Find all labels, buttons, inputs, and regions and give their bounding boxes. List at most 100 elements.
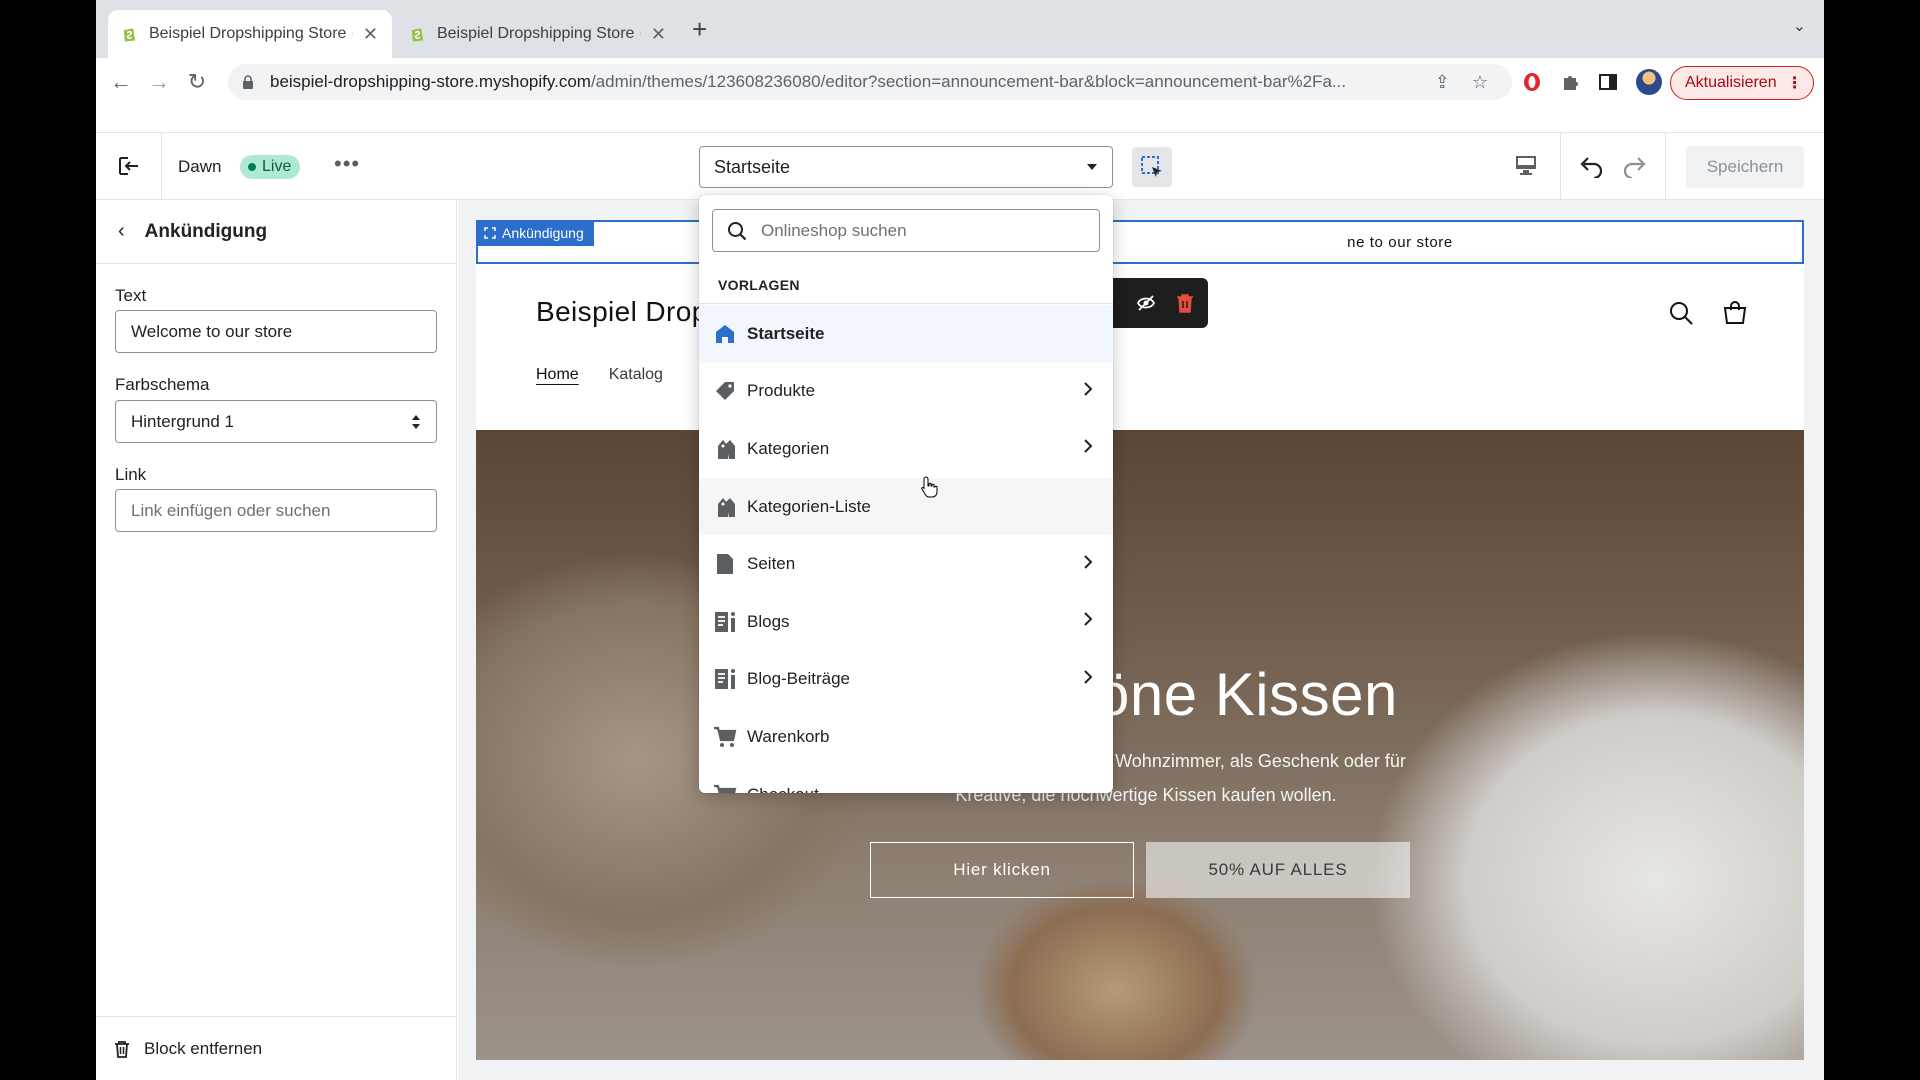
template-item-startseite[interactable]: Startseite bbox=[699, 305, 1113, 363]
bookmark-star-icon[interactable]: ☆ bbox=[1472, 72, 1488, 93]
browser-tab-bar: Beispiel Dropshipping Store · D ✕ Beispi… bbox=[96, 0, 1824, 58]
remove-block-button[interactable]: Block entfernen bbox=[96, 1016, 457, 1080]
select-cursor-icon bbox=[1141, 156, 1162, 177]
url-host: beispiel-dropshipping-store.myshopify.co… bbox=[270, 72, 591, 91]
search-icon[interactable] bbox=[1668, 300, 1694, 326]
puzzle-extensions-icon[interactable] bbox=[1560, 72, 1580, 92]
store-header-icons bbox=[1668, 300, 1748, 326]
search-icon bbox=[728, 221, 747, 240]
hero-buttons: Hier klicken 50% AUF ALLES bbox=[870, 842, 1410, 898]
template-item-label: Blog-Beiträge bbox=[747, 669, 851, 689]
live-label: Live bbox=[262, 158, 292, 175]
desktop-preview-icon[interactable] bbox=[1514, 153, 1538, 182]
back-arrow-icon[interactable]: ← bbox=[102, 69, 140, 95]
chevron-right-icon bbox=[1083, 611, 1099, 632]
template-item-checkout[interactable]: Checkout bbox=[699, 766, 1113, 793]
template-item-label: Seiten bbox=[747, 554, 796, 574]
template-item-label: Warenkorb bbox=[747, 726, 830, 746]
text-input[interactable]: Welcome to our store bbox=[115, 310, 437, 353]
inspector-button[interactable] bbox=[1132, 147, 1172, 187]
section-toolbar bbox=[1098, 278, 1208, 328]
template-item-label: Checkout bbox=[747, 785, 1099, 793]
new-tab-icon[interactable]: + bbox=[692, 14, 707, 45]
blog-icon bbox=[713, 667, 737, 691]
tab-title: Beispiel Dropshipping Store · D bbox=[148, 25, 353, 42]
caret-down-icon bbox=[1087, 164, 1097, 170]
template-item-label: Produkte bbox=[747, 381, 816, 401]
screen: Beispiel Dropshipping Store · D ✕ Beispi… bbox=[96, 0, 1824, 1080]
more-actions-icon[interactable]: ••• bbox=[334, 151, 360, 177]
text-field-label: Text bbox=[115, 286, 147, 305]
template-item-blogs[interactable]: Blogs bbox=[699, 593, 1113, 651]
browser-toolbar: ← → ↻ beispiel-dropshipping-store.myshop… bbox=[96, 58, 1824, 106]
cart-icon[interactable] bbox=[1722, 300, 1748, 326]
template-item-label: Kategorien-Liste bbox=[747, 496, 871, 516]
select-arrows-icon bbox=[412, 414, 420, 429]
url-path: /admin/themes/123608236080/editor?sectio… bbox=[590, 72, 1347, 91]
close-tab-icon[interactable]: ✕ bbox=[651, 24, 666, 45]
nav-catalog[interactable]: Katalog bbox=[609, 366, 663, 384]
link-input[interactable]: Link einfügen oder suchen bbox=[115, 489, 437, 532]
template-item-blog-beitraege[interactable]: Blog-Beiträge bbox=[699, 651, 1113, 709]
remove-block-label: Block entfernen bbox=[144, 1038, 263, 1058]
template-item-kategorien[interactable]: Kategorien bbox=[699, 420, 1113, 478]
blog-icon bbox=[713, 610, 737, 634]
theme-name: Dawn bbox=[178, 157, 222, 176]
dropdown-search-input[interactable]: Onlineshop suchen bbox=[712, 209, 1100, 252]
chevron-right-icon bbox=[1083, 438, 1099, 459]
profile-avatar[interactable] bbox=[1636, 69, 1662, 95]
template-item-label: Blogs bbox=[747, 611, 790, 631]
sidebar-header: ‹ Ankündigung bbox=[96, 200, 456, 264]
exit-icon bbox=[118, 157, 138, 175]
close-tab-icon[interactable]: ✕ bbox=[363, 24, 378, 45]
section-frame-icon bbox=[484, 227, 496, 239]
page-selector[interactable]: Startseite bbox=[699, 146, 1113, 188]
hero-title: höne Kissen bbox=[1062, 661, 1398, 728]
delete-trash-icon[interactable] bbox=[1176, 293, 1194, 313]
settings-sidebar: ‹ Ankündigung Text Welcome to our store … bbox=[96, 200, 457, 1080]
hero-primary-button[interactable]: Hier klicken bbox=[870, 842, 1134, 898]
exit-editor-button[interactable] bbox=[96, 133, 162, 199]
template-item-warenkorb[interactable]: Warenkorb bbox=[699, 708, 1113, 766]
announcement-tag: Ankündigung bbox=[476, 220, 594, 246]
page-selector-value: Startseite bbox=[714, 156, 791, 177]
tab-search-chevron-icon[interactable]: ⌄ bbox=[1793, 16, 1806, 36]
chevron-right-icon bbox=[1083, 381, 1099, 402]
announcement-bar[interactable]: ne to our store bbox=[476, 220, 1804, 264]
sidepanel-icon[interactable] bbox=[1598, 72, 1618, 92]
template-item-produkte[interactable]: Produkte bbox=[699, 363, 1113, 421]
store-nav: Home Katalog bbox=[536, 366, 663, 384]
opera-extension-icon[interactable] bbox=[1522, 72, 1542, 92]
hide-eye-icon[interactable] bbox=[1136, 293, 1156, 313]
update-label: Aktualisieren bbox=[1685, 74, 1777, 91]
browser-tab-active[interactable]: Beispiel Dropshipping Store · D ✕ bbox=[108, 10, 392, 58]
back-chevron-icon[interactable]: ‹ bbox=[118, 220, 125, 243]
browser-tab[interactable]: Beispiel Dropshipping Store · E ✕ bbox=[396, 10, 680, 58]
forward-arrow-icon[interactable]: → bbox=[140, 69, 178, 95]
update-button[interactable]: Aktualisieren ⋮ bbox=[1670, 66, 1814, 100]
redo-icon[interactable] bbox=[1622, 154, 1648, 178]
store-logo[interactable]: Beispiel Drop bbox=[536, 296, 708, 328]
template-list: Startseite Produkte Kategorien Kategorie… bbox=[699, 305, 1113, 793]
cart-icon bbox=[713, 783, 737, 793]
hero-secondary-button[interactable]: 50% AUF ALLES bbox=[1146, 842, 1410, 898]
save-button[interactable]: Speichern bbox=[1686, 146, 1804, 188]
dropdown-search-placeholder: Onlineshop suchen bbox=[761, 220, 907, 240]
tag-icon bbox=[713, 379, 737, 403]
link-label: Link bbox=[115, 465, 147, 484]
collection-icon bbox=[713, 495, 737, 519]
undo-redo-group bbox=[1560, 133, 1666, 199]
reload-icon[interactable]: ↻ bbox=[178, 69, 216, 95]
template-item-kategorien-liste[interactable]: Kategorien-Liste bbox=[699, 477, 1113, 536]
address-bar[interactable]: beispiel-dropshipping-store.myshopify.co… bbox=[228, 64, 1512, 100]
editor-top-bar: Dawn Live ••• Startseite Speichern bbox=[96, 132, 1824, 200]
undo-icon[interactable] bbox=[1578, 154, 1604, 178]
template-item-seiten[interactable]: Seiten bbox=[699, 535, 1113, 593]
share-icon[interactable]: ⇪ bbox=[1435, 72, 1450, 93]
live-dot bbox=[248, 163, 256, 171]
tab-title: Beispiel Dropshipping Store · E bbox=[436, 25, 641, 42]
color-scheme-select[interactable]: Hintergrund 1 bbox=[115, 400, 437, 443]
nav-home[interactable]: Home bbox=[536, 366, 579, 384]
announcement-tag-label: Ankündigung bbox=[502, 225, 584, 241]
shopify-favicon-icon bbox=[123, 28, 136, 42]
